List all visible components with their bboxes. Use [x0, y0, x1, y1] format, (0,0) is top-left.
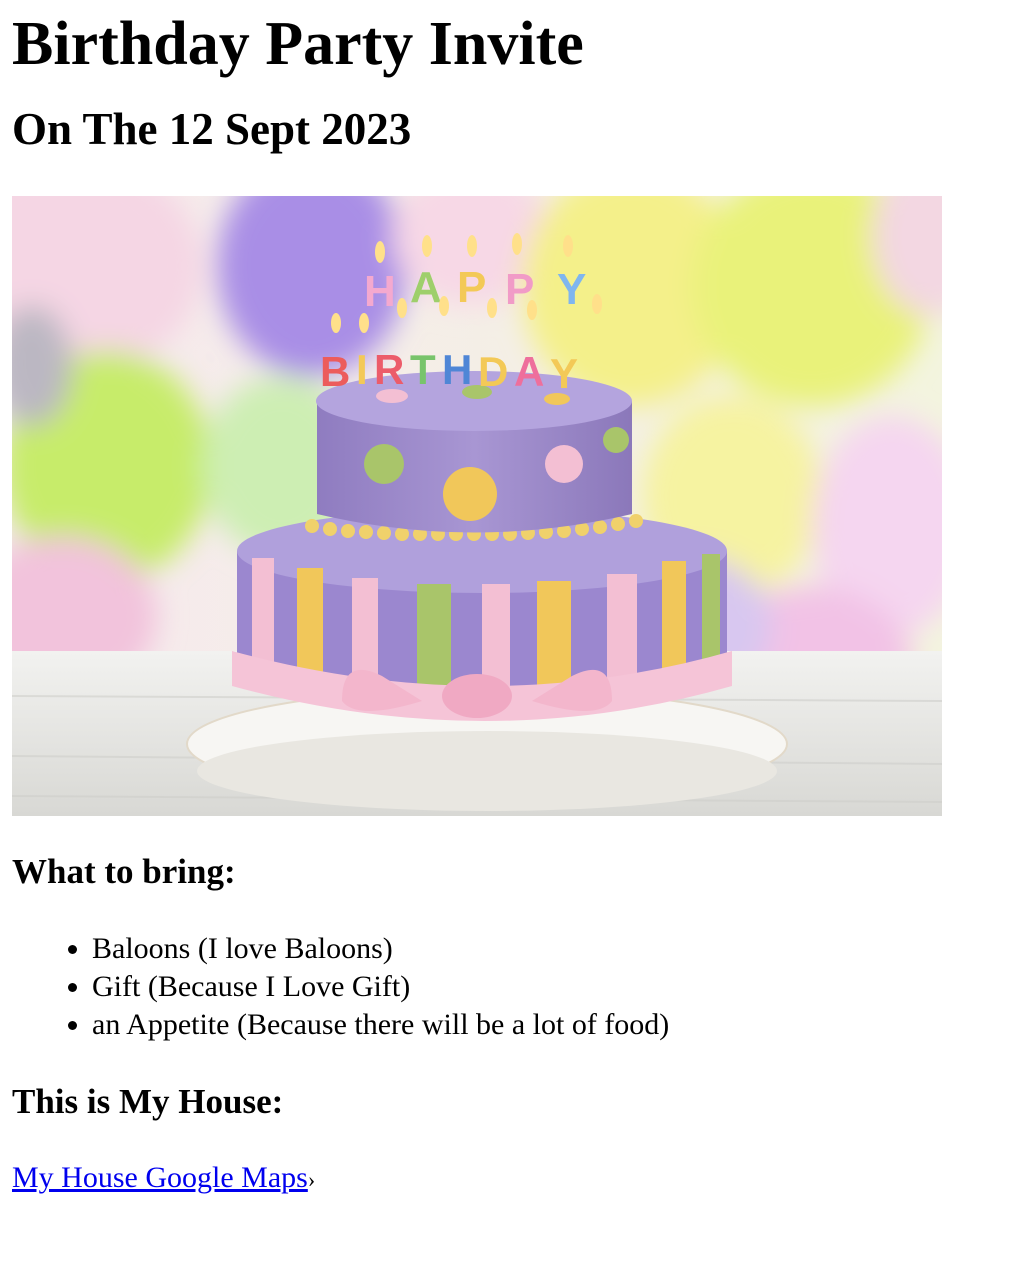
list-item: Baloons (I love Baloons)	[92, 930, 998, 968]
svg-text:Y: Y	[557, 265, 586, 314]
svg-text:Y: Y	[550, 350, 578, 397]
house-heading: This is My House:	[12, 1082, 284, 1121]
page-title: Birthday Party Invite	[12, 10, 584, 78]
list-item: Gift (Because I Love Gift)	[92, 968, 998, 1006]
google-maps-link[interactable]: My House Google Maps	[12, 1161, 308, 1194]
birthday-cake-image: H A P P Y B I R T H D A Y	[12, 196, 942, 816]
page: Birthday Party Invite On The 12 Sept 202…	[0, 8, 1010, 1198]
date-heading: On The 12 Sept 2023	[12, 104, 412, 154]
svg-text:I: I	[356, 346, 368, 393]
list-item: an Appetite (Because there will be a lot…	[92, 1006, 998, 1044]
svg-text:A: A	[410, 263, 442, 312]
bring-heading: What to bring:	[12, 852, 236, 891]
chevron-right-icon: ›	[307, 1167, 316, 1192]
map-link-row: My House Google Maps›	[12, 1160, 998, 1198]
svg-text:P: P	[457, 263, 486, 312]
svg-text:H: H	[442, 346, 472, 393]
svg-text:A: A	[514, 348, 544, 395]
svg-text:R: R	[374, 346, 404, 393]
svg-text:T: T	[410, 346, 436, 393]
svg-text:H: H	[364, 267, 396, 316]
svg-text:B: B	[320, 348, 350, 395]
bring-list: Baloons (I love Baloons) Gift (Because I…	[12, 930, 998, 1044]
svg-text:D: D	[478, 348, 508, 395]
